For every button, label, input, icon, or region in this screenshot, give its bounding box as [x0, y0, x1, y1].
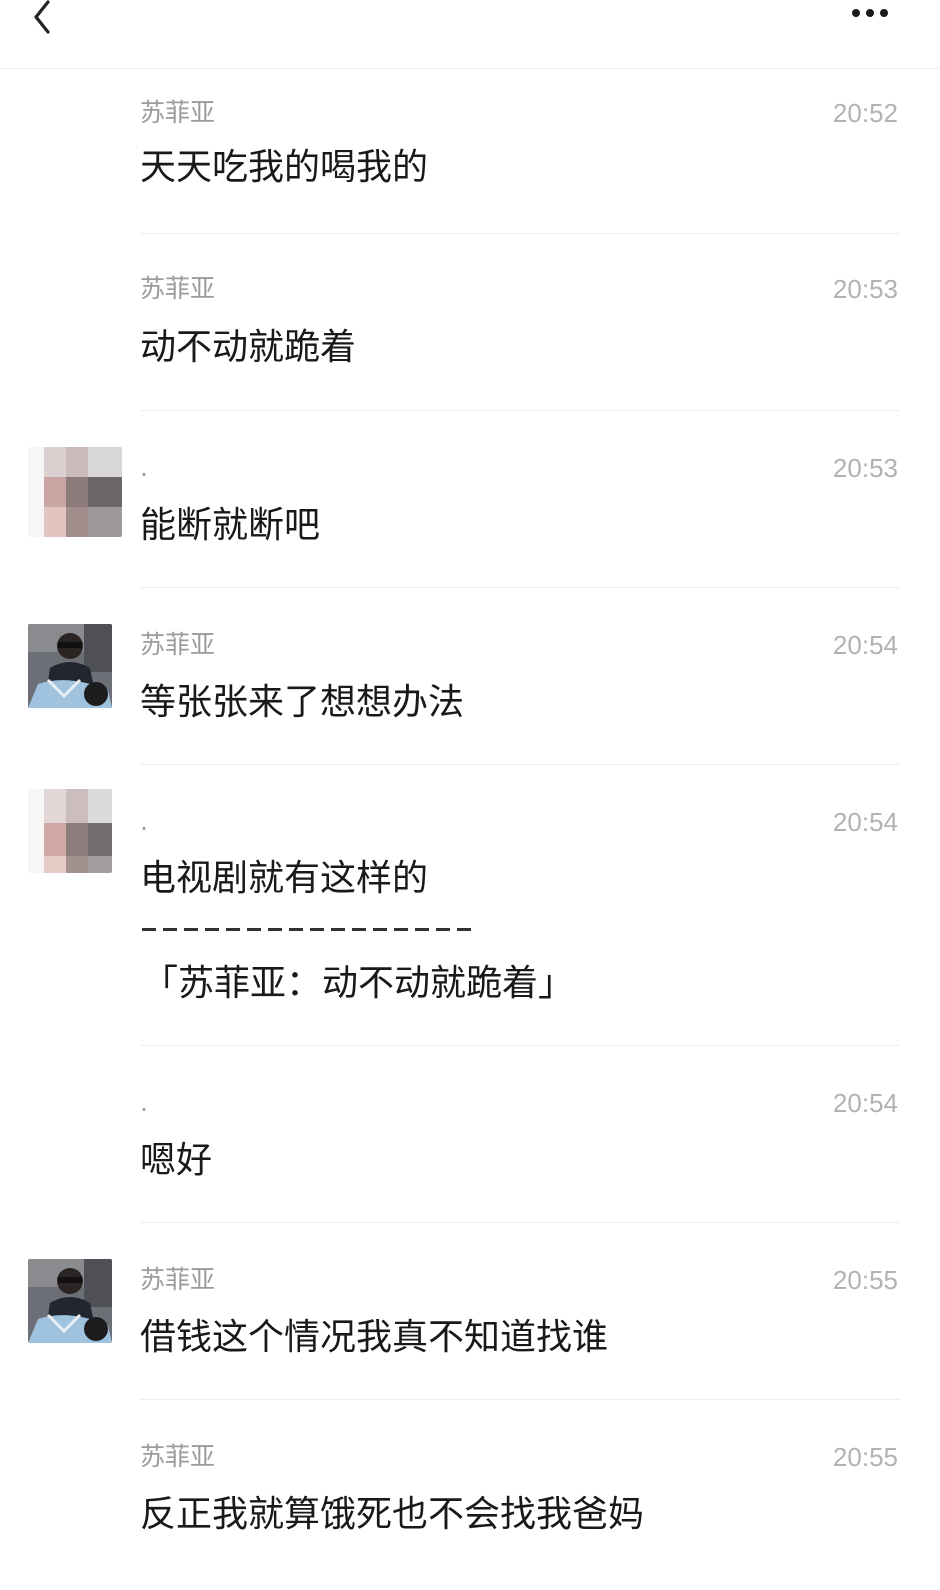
- message-time: 20:53: [832, 453, 898, 483]
- chevron-left-icon: [34, 0, 50, 34]
- message-time: 20:54: [832, 630, 898, 660]
- more-dots-icon: [852, 9, 888, 17]
- message-time: 20:52: [832, 98, 898, 128]
- message-time: 20:55: [832, 1442, 898, 1472]
- avatar[interactable]: [28, 624, 112, 708]
- message-time: 20:53: [832, 274, 898, 304]
- message-row[interactable]: 苏菲亚 20:53 动不动就跪着: [0, 234, 940, 411]
- quote-separator: [142, 928, 478, 931]
- message-row[interactable]: . 20:54 电视剧就有这样的 「苏菲亚：动不动就跪着」: [0, 765, 940, 1046]
- avatar[interactable]: [28, 447, 122, 537]
- message-row[interactable]: 苏菲亚 20:54 等张张来了想想办法: [0, 588, 940, 765]
- photo-avatar-image: [28, 624, 112, 708]
- top-bar: [0, 0, 940, 69]
- sender-name: .: [140, 807, 148, 836]
- sender-name: 苏菲亚: [140, 1265, 216, 1294]
- message-text: 等张张来了想想办法: [140, 682, 465, 723]
- message-row[interactable]: 苏菲亚 20:55 借钱这个情况我真不知道找谁: [0, 1223, 940, 1400]
- message-time: 20:54: [832, 807, 898, 837]
- photo-avatar-image: [28, 1259, 112, 1343]
- sender-name: .: [140, 1088, 148, 1117]
- message-row[interactable]: . 20:53 能断就断吧: [0, 411, 940, 588]
- message-text: 反正我就算饿死也不会找我爸妈: [140, 1494, 645, 1535]
- message-text: 天天吃我的喝我的: [140, 147, 429, 188]
- message-text: 借钱这个情况我真不知道找谁: [140, 1317, 609, 1358]
- sender-name: 苏菲亚: [140, 274, 216, 303]
- message-row[interactable]: . 20:54 嗯好: [0, 1046, 940, 1223]
- blurred-avatar-image: [28, 789, 112, 873]
- message-text: 电视剧就有这样的: [140, 858, 429, 899]
- message-row[interactable]: 苏菲亚 20:52 天天吃我的喝我的: [0, 70, 940, 234]
- more-options-button[interactable]: [844, 0, 904, 34]
- message-text: 嗯好: [140, 1140, 213, 1181]
- avatar[interactable]: [28, 1259, 112, 1343]
- sender-name: .: [140, 453, 148, 482]
- message-text: 能断就断吧: [140, 505, 321, 546]
- sender-name: 苏菲亚: [140, 630, 216, 659]
- message-row[interactable]: 苏菲亚 20:55 反正我就算饿死也不会找我爸妈: [0, 1400, 940, 1590]
- blurred-avatar-image: [28, 447, 122, 537]
- avatar[interactable]: [28, 789, 112, 873]
- message-time: 20:55: [832, 1265, 898, 1295]
- message-text: 动不动就跪着: [140, 327, 357, 368]
- quoted-message[interactable]: 「苏菲亚：动不动就跪着」: [142, 960, 574, 1008]
- message-time: 20:54: [832, 1088, 898, 1118]
- sender-name: 苏菲亚: [140, 1442, 216, 1471]
- back-button[interactable]: [14, 0, 64, 44]
- sender-name: 苏菲亚: [140, 98, 216, 127]
